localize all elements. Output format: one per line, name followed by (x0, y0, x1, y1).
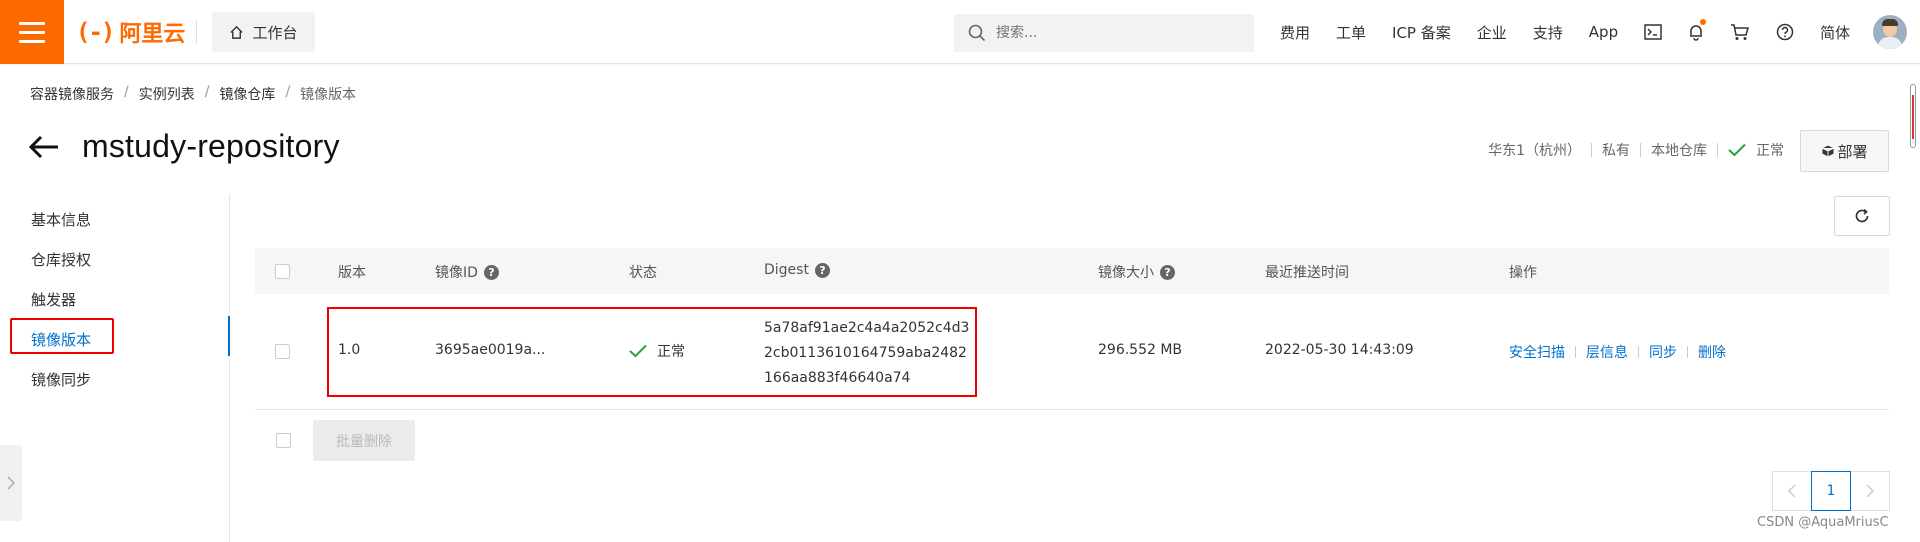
breadcrumb-current: 镜像版本 (300, 87, 357, 103)
highlight-box (10, 318, 114, 354)
chevron-right-icon (7, 476, 15, 490)
delete-link[interactable]: 删除 (1698, 342, 1726, 362)
help-icon[interactable]: ? (814, 262, 830, 278)
divider (1717, 143, 1718, 157)
col-size: 镜像大小? (1098, 262, 1175, 282)
col-image-id-label: 镜像ID (435, 265, 478, 281)
security-scan-link[interactable]: 安全扫描 (1509, 342, 1565, 362)
pushed-time-cell: 2022-05-30 14:43:09 (1265, 342, 1414, 358)
divider (1575, 346, 1576, 358)
col-status: 状态 (629, 265, 657, 281)
deploy-button[interactable]: 部署 (1800, 130, 1889, 172)
check-icon (1728, 143, 1746, 157)
sync-link[interactable]: 同步 (1649, 342, 1677, 362)
global-search[interactable] (954, 14, 1254, 52)
sidebar-item-basic-info[interactable]: 基本信息 (31, 209, 91, 230)
cube-icon (1821, 144, 1835, 158)
nav-app[interactable]: App (1589, 23, 1618, 41)
help-icon[interactable]: ? (1160, 264, 1175, 280)
divider (1591, 143, 1592, 157)
select-all-checkbox[interactable] (275, 264, 290, 279)
repo-type-label: 本地仓库 (1651, 143, 1707, 159)
actions-cell: 安全扫描 层信息 同步 删除 (1509, 342, 1726, 362)
chevron-right-icon (1866, 484, 1874, 498)
workbench-label: 工作台 (252, 23, 298, 42)
prev-page-button[interactable] (1772, 471, 1812, 511)
row-checkbox[interactable] (275, 344, 290, 359)
page-header: mstudy-repository (28, 128, 340, 165)
top-nav: 费用 工单 ICP 备案 企业 支持 App 简体 (1280, 0, 1876, 64)
help-icon[interactable] (1776, 23, 1794, 41)
nav-support[interactable]: 支持 (1533, 22, 1563, 43)
scrollbar-thumb[interactable] (1910, 84, 1916, 148)
breadcrumb: 容器镜像服务 / 实例列表 / 镜像仓库 / 镜像版本 (30, 84, 356, 104)
top-bar: (-) 阿里云 工作台 费用 工单 ICP 备案 企业 支持 App 简体 (0, 0, 1920, 64)
col-pushed: 最近推送时间 (1265, 265, 1349, 281)
chevron-left-icon (1788, 484, 1796, 498)
breadcrumb-item[interactable]: 镜像仓库 (219, 84, 275, 104)
aliyun-logo[interactable]: (-) 阿里云 (76, 16, 185, 48)
repo-status: 正常 (1756, 143, 1784, 159)
back-arrow-icon[interactable] (28, 134, 60, 160)
layer-info-link[interactable]: 层信息 (1586, 342, 1628, 362)
logo-text: 阿里云 (119, 22, 186, 47)
region-label: 华东1（杭州） (1488, 143, 1581, 159)
search-input[interactable] (996, 25, 1236, 41)
divider (1687, 346, 1688, 358)
cart-icon[interactable] (1730, 23, 1750, 41)
divider (196, 20, 197, 44)
batch-delete-button[interactable]: 批量删除 (313, 420, 415, 461)
watermark: CSDN @AquaMriusC (1757, 515, 1889, 530)
nav-enterprise[interactable]: 企业 (1477, 22, 1507, 43)
next-page-button[interactable] (1850, 471, 1890, 511)
sidebar-item-image-sync[interactable]: 镜像同步 (31, 369, 91, 390)
side-nav: 基本信息 仓库授权 触发器 镜像版本 镜像同步 (0, 194, 230, 542)
table-header: 版本 镜像ID? 状态 Digest? 镜像大小? 最近推送时间 操作 (255, 248, 1889, 294)
page-title: mstudy-repository (82, 128, 340, 164)
visibility-label: 私有 (1602, 143, 1630, 159)
highlight-box (327, 307, 977, 397)
breadcrumb-separator: / (285, 84, 291, 100)
workbench-button[interactable]: 工作台 (212, 12, 315, 52)
breadcrumb-separator: / (124, 84, 129, 100)
sidebar-item-triggers[interactable]: 触发器 (31, 289, 76, 310)
col-digest-label: Digest (764, 262, 809, 278)
col-digest: Digest? (764, 262, 830, 278)
nav-billing[interactable]: 费用 (1280, 22, 1310, 43)
size-cell: 296.552 MB (1098, 342, 1183, 358)
active-indicator (228, 316, 230, 356)
breadcrumb-separator: / (204, 84, 210, 100)
refresh-button[interactable] (1834, 196, 1890, 236)
nav-icp[interactable]: ICP 备案 (1392, 22, 1451, 43)
refresh-icon (1855, 208, 1869, 223)
hamburger-menu-button[interactable] (0, 0, 64, 64)
cloud-shell-icon[interactable] (1644, 24, 1662, 40)
deploy-label: 部署 (1837, 142, 1868, 161)
pagination: 1 (1772, 471, 1890, 511)
repo-meta: 华东1（杭州） 私有 本地仓库 正常 (1488, 140, 1784, 160)
collapse-sidebar-handle[interactable] (0, 445, 22, 521)
divider (1638, 346, 1639, 358)
footer-select-all-checkbox[interactable] (276, 433, 291, 448)
breadcrumb-item[interactable]: 实例列表 (139, 84, 195, 104)
breadcrumb-item[interactable]: 容器镜像服务 (30, 84, 114, 104)
aliyun-logo-icon: (-) (76, 18, 115, 46)
sidebar-item-repo-auth[interactable]: 仓库授权 (31, 249, 91, 270)
col-image-id: 镜像ID? (435, 262, 499, 282)
help-icon[interactable]: ? (483, 264, 499, 280)
language-switch[interactable]: 简体 (1820, 22, 1850, 43)
page-number-button[interactable]: 1 (1811, 471, 1851, 511)
avatar[interactable] (1873, 15, 1907, 49)
search-icon (968, 24, 986, 42)
col-size-label: 镜像大小 (1098, 265, 1154, 281)
notification-dot (1700, 19, 1707, 25)
home-icon (230, 25, 244, 39)
nav-ticket[interactable]: 工单 (1336, 22, 1366, 43)
divider (1640, 143, 1641, 157)
col-actions: 操作 (1509, 265, 1537, 281)
col-version: 版本 (338, 265, 366, 281)
bell-icon[interactable] (1688, 19, 1707, 41)
